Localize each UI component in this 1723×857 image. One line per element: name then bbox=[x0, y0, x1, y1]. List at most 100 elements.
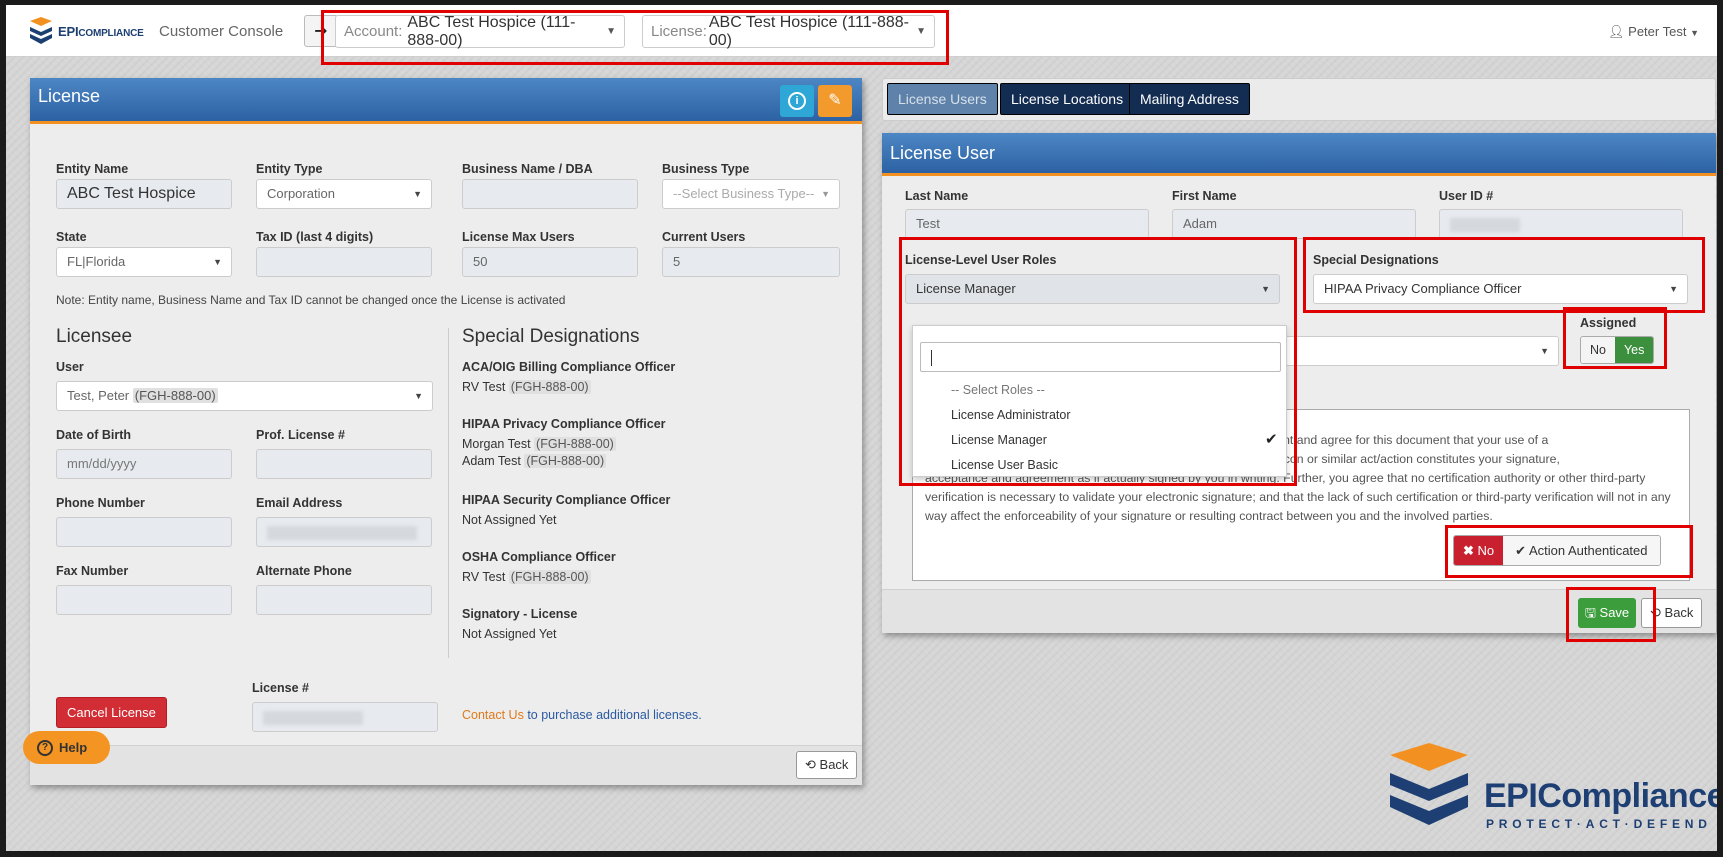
caret-down-icon: ▼ bbox=[213, 257, 222, 267]
last-name-field[interactable]: Test bbox=[905, 209, 1149, 239]
roles-search-input[interactable] bbox=[920, 342, 1281, 372]
state-select[interactable]: FL|Florida ▼ bbox=[56, 247, 232, 277]
current-users-field[interactable]: 5 bbox=[662, 247, 840, 277]
auth-no-button[interactable]: ✖ No bbox=[1454, 536, 1504, 565]
info-icon: i bbox=[788, 92, 806, 110]
question-icon: ? bbox=[37, 739, 53, 756]
save-button[interactable]: 🖫︎ Save bbox=[1578, 598, 1636, 628]
help-label: Help bbox=[59, 740, 88, 755]
tab-mailing-address[interactable]: Mailing Address bbox=[1129, 83, 1250, 115]
help-button[interactable]: ? Help bbox=[23, 731, 110, 764]
roles-label: License-Level User Roles bbox=[905, 253, 1057, 267]
contact-line: Contact Us to purchase additional licens… bbox=[462, 708, 702, 722]
license-note: Note: Entity name, Business Name and Tax… bbox=[56, 293, 566, 307]
special-designations-heading: Special Designations bbox=[462, 326, 640, 347]
role-option[interactable]: License User Basic bbox=[951, 458, 1058, 472]
designation-person: RV Test (FGH-888-00) bbox=[462, 570, 591, 584]
license-panel-header: License i ✎ bbox=[30, 78, 862, 124]
role-option[interactable]: -- Select Roles -- bbox=[951, 383, 1045, 397]
license-select[interactable]: License: ABC Test Hospice (111-888-00) ▼ bbox=[642, 14, 935, 49]
back-button[interactable]: ⟲ Back bbox=[1641, 598, 1703, 628]
tab-license-users[interactable]: License Users bbox=[887, 83, 998, 115]
phone-field[interactable] bbox=[56, 517, 232, 547]
user-id-field[interactable] bbox=[1439, 209, 1683, 239]
action-authenticated-button[interactable]: ✔ Action Authenticated bbox=[1503, 536, 1660, 565]
license-panel: License i ✎ Entity Name ABC Test Hospice… bbox=[30, 78, 862, 785]
license-num-label: License # bbox=[252, 681, 309, 695]
brand-logo[interactable]: EPICOMPLIANCE bbox=[28, 17, 144, 45]
save-icon: 🖫︎ bbox=[1584, 605, 1596, 620]
first-name-label: First Name bbox=[1172, 189, 1237, 203]
designation-hipaa-security: HIPAA Security Compliance Officer Not As… bbox=[462, 493, 670, 530]
designation-person: Not Assigned Yet bbox=[462, 513, 557, 527]
entity-type-select[interactable]: Corporation ▼ bbox=[256, 179, 432, 209]
caret-down-icon: ▼ bbox=[1690, 28, 1699, 38]
footer-logo-tagline: PROTECT·ACT·DEFEND bbox=[1486, 817, 1712, 831]
caret-down-icon: ▼ bbox=[1261, 284, 1270, 294]
licensee-heading: Licensee bbox=[56, 326, 133, 347]
user-value: Test, Peter bbox=[67, 388, 130, 403]
business-type-placeholder: --Select Business Type-- bbox=[673, 186, 815, 201]
role-option[interactable]: License Administrator bbox=[951, 408, 1071, 422]
caret-down-icon: ▼ bbox=[1540, 346, 1549, 356]
entity-name-field[interactable]: ABC Test Hospice bbox=[56, 179, 232, 209]
max-users-field[interactable]: 50 bbox=[462, 247, 638, 277]
fax-label: Fax Number bbox=[56, 564, 129, 578]
dob-field[interactable]: mm/dd/yyyy bbox=[56, 449, 232, 479]
secondary-select[interactable]: ▼ bbox=[1257, 336, 1559, 366]
caret-down-icon: ▼ bbox=[413, 189, 422, 199]
designation-title: HIPAA Privacy Compliance Officer bbox=[462, 417, 666, 431]
epi-logo-icon bbox=[30, 17, 52, 44]
role-option[interactable]: License Manager bbox=[951, 433, 1047, 447]
state-label: State bbox=[56, 230, 87, 244]
designation-title: ACA/OIG Billing Compliance Officer bbox=[462, 360, 676, 374]
contact-us-link[interactable]: Contact Us bbox=[462, 708, 524, 722]
phone-label: Phone Number bbox=[56, 496, 145, 510]
license-back-button[interactable]: ⟲ Back bbox=[796, 751, 858, 779]
designation-person: RV Test (FGH-888-00) bbox=[462, 380, 591, 394]
tax-id-label: Tax ID (last 4 digits) bbox=[256, 230, 374, 244]
designation-hipaa-privacy: HIPAA Privacy Compliance Officer Morgan … bbox=[462, 417, 666, 471]
x-icon: ✖ bbox=[1463, 543, 1474, 558]
info-button[interactable]: i bbox=[780, 85, 814, 117]
prof-license-label: Prof. License # bbox=[256, 428, 345, 442]
user-menu[interactable]: 👤︎ Peter Test ▼ bbox=[1608, 24, 1699, 40]
business-name-field[interactable] bbox=[462, 179, 638, 209]
go-arrow-button[interactable]: ➔ bbox=[304, 15, 338, 47]
roles-select[interactable]: License Manager ▼ bbox=[905, 274, 1280, 304]
tabs-bar: License Users License Locations Mailing … bbox=[882, 78, 1716, 121]
redacted-value bbox=[267, 525, 417, 540]
license-num-field[interactable] bbox=[252, 702, 438, 732]
caret-down-icon: ▼ bbox=[1669, 284, 1678, 294]
designation-title: HIPAA Security Compliance Officer bbox=[462, 493, 671, 507]
redacted-value bbox=[1450, 217, 1520, 232]
tab-license-locations[interactable]: License Locations bbox=[1000, 83, 1135, 115]
assigned-label: Assigned bbox=[1580, 316, 1637, 330]
prof-license-field[interactable] bbox=[256, 449, 432, 479]
email-field[interactable] bbox=[256, 517, 432, 547]
designations-select[interactable]: HIPAA Privacy Compliance Officer ▼ bbox=[1313, 274, 1688, 304]
license-panel-title: License bbox=[38, 86, 101, 106]
edit-button[interactable]: ✎ bbox=[818, 85, 852, 117]
alt-phone-field[interactable] bbox=[256, 585, 432, 615]
license-label: License: bbox=[651, 23, 707, 40]
email-label: Email Address bbox=[256, 496, 343, 510]
undo-icon: ⟲ bbox=[805, 757, 816, 772]
first-name-field[interactable]: Adam bbox=[1172, 209, 1416, 239]
assigned-toggle[interactable]: No Yes bbox=[1580, 336, 1655, 364]
assigned-no-button[interactable]: No bbox=[1581, 337, 1615, 363]
business-type-select[interactable]: --Select Business Type-- ▼ bbox=[662, 179, 840, 209]
fax-field[interactable] bbox=[56, 585, 232, 615]
edit-icon: ✎ bbox=[828, 92, 842, 109]
assigned-yes-button[interactable]: Yes bbox=[1614, 337, 1654, 363]
user-select[interactable]: Test, Peter (FGH-888-00) ▼ bbox=[56, 381, 433, 411]
tax-id-field[interactable] bbox=[256, 247, 432, 277]
auth-buttons: ✖ No ✔ Action Authenticated bbox=[1453, 535, 1661, 566]
user-label: User bbox=[56, 360, 84, 374]
alt-phone-label: Alternate Phone bbox=[256, 564, 352, 578]
user-icon: 👤︎ bbox=[1608, 24, 1625, 39]
caret-down-icon: ▼ bbox=[916, 26, 926, 37]
entity-name-label: Entity Name bbox=[56, 162, 129, 176]
cancel-license-button[interactable]: Cancel License bbox=[56, 697, 167, 728]
account-select[interactable]: Account: ABC Test Hospice (111-888-00) ▼ bbox=[335, 14, 625, 49]
